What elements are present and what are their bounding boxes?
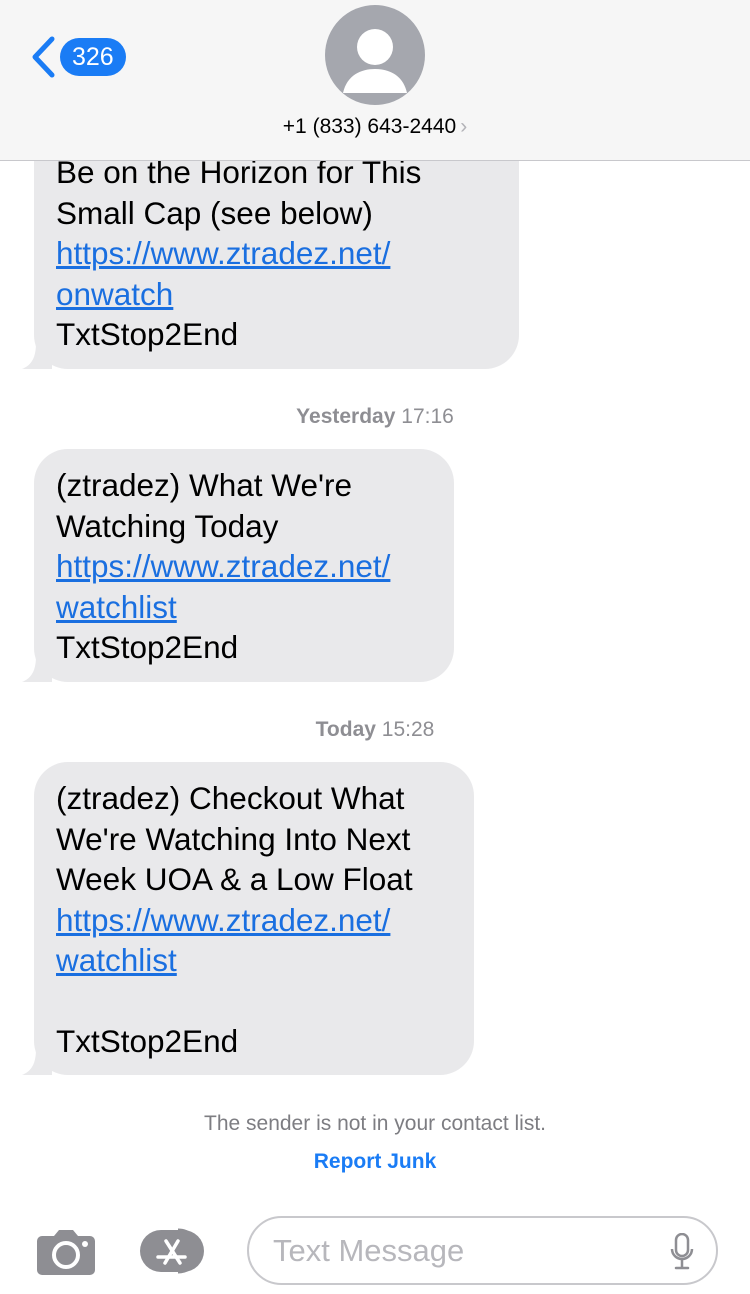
camera-button[interactable] (36, 1228, 96, 1281)
message-text-line: Watching Today (56, 507, 279, 544)
message-bubble[interactable]: (ztradez) What We're Watching Today http… (22, 449, 454, 682)
camera-icon (37, 1230, 95, 1275)
timestamp-day: Today (315, 718, 376, 741)
microphone-button[interactable] (670, 1232, 694, 1276)
text-message-input[interactable] (273, 1228, 653, 1274)
bubble-tail (22, 343, 52, 369)
chevron-right-icon: › (460, 115, 468, 138)
bubble-tail (22, 1049, 52, 1075)
timestamp-time: 17:16 (401, 405, 454, 428)
message-text-line: We're Watching Into Next (56, 820, 411, 857)
message-link[interactable]: watchlist (56, 940, 452, 981)
message-timestamp: Today 15:28 (0, 718, 750, 742)
contact-name-button[interactable]: +1 (833) 643-2440 › (0, 115, 750, 139)
message-timestamp: Yesterday 17:16 (0, 405, 750, 429)
contact-avatar[interactable] (325, 5, 425, 105)
timestamp-day: Yesterday (296, 405, 396, 428)
message-link[interactable]: onwatch (56, 274, 497, 315)
message-footer: TxtStop2End (56, 1023, 239, 1059)
back-button[interactable]: 326 (30, 36, 126, 78)
message-text-line: Small Cap (see below) (56, 194, 373, 231)
message-link[interactable]: https://www.ztradez.net/ (56, 233, 497, 274)
message-composer[interactable] (247, 1216, 718, 1285)
message-bubble[interactable]: (ztradez) Checkout What We're Watching I… (22, 762, 474, 1075)
chevron-left-icon (32, 36, 55, 78)
microphone-icon (670, 1232, 694, 1270)
message-footer: TxtStop2End (56, 316, 239, 352)
contact-number: +1 (833) 643-2440 (282, 115, 457, 138)
message-footer: TxtStop2End (56, 629, 239, 665)
unknown-sender-notice: The sender is not in your contact list. (204, 1112, 546, 1135)
person-silhouette-icon (343, 29, 407, 93)
message-link[interactable]: https://www.ztradez.net/ (56, 900, 452, 941)
message-link[interactable]: https://www.ztradez.net/ (56, 546, 432, 587)
conversation-header: 326 +1 (833) 643-2440 › (0, 0, 750, 161)
app-store-icon (140, 1228, 204, 1274)
unread-count-badge: 326 (60, 38, 126, 76)
timestamp-time: 15:28 (381, 718, 435, 741)
report-junk-button[interactable]: Report Junk (0, 1150, 750, 1174)
message-text-line: (ztradez) What We're (56, 467, 353, 503)
message-link[interactable]: watchlist (56, 587, 432, 628)
message-text-line: Week UOA & a Low Float (56, 861, 413, 897)
bubble-tail (22, 656, 52, 682)
app-store-button[interactable] (138, 1226, 214, 1281)
message-text-line: (ztradez) Checkout What (56, 780, 405, 816)
